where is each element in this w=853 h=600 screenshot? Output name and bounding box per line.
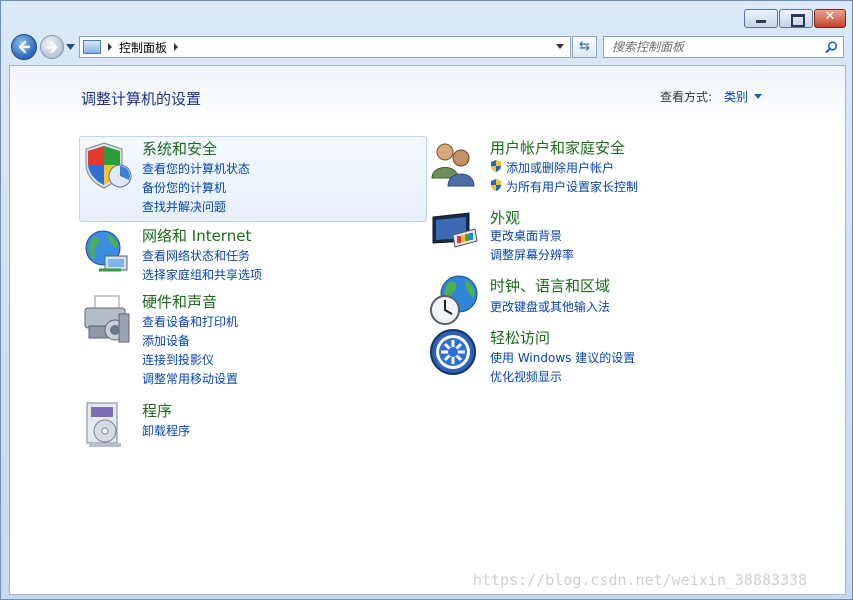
category-programs[interactable]: 程序 卸载程序 [80,399,426,451]
clock-globe-icon [430,275,478,325]
back-button[interactable] [11,34,37,60]
back-arrow-icon [18,40,31,54]
category-system-security[interactable]: 系统和安全 查看您的计算机状态 备份您的计算机 查找并解决问题 [79,136,427,222]
printer-icon [84,295,130,343]
category-appearance[interactable]: 外观 更改桌面背景 调整屏幕分辨率 [428,206,828,262]
category-hardware-sound[interactable]: 硬件和声音 查看设备和打印机 添加设备 连接到投影仪 调整常用移动设置 [80,291,426,387]
link-homegroup-sharing[interactable]: 选择家庭组和共享选项 [142,266,262,283]
refresh-icon: ⇆ [579,39,590,54]
link-change-background[interactable]: 更改桌面背景 [490,227,562,244]
caption-buttons: ✕ [743,9,846,28]
link-uninstall-program[interactable]: 卸载程序 [142,422,190,439]
refresh-button[interactable]: ⇆ [572,36,597,58]
watermark-text: https://blog.csdn.net/weixin_38883338 [473,571,808,589]
category-title-system-security[interactable]: 系统和安全 [142,138,217,159]
category-title-clock-language-region[interactable]: 时钟、语言和区域 [490,275,610,296]
address-bar[interactable]: 控制面板 [79,36,571,58]
category-clock-language-region[interactable]: 时钟、语言和区域 更改键盘或其他输入法 [428,274,828,325]
minimize-button[interactable] [744,9,778,28]
link-view-computer-status[interactable]: 查看您的计算机状态 [142,160,250,177]
appearance-monitor-icon [432,212,478,248]
category-network-internet[interactable]: 网络和 Internet 查看网络状态和任务 选择家庭组和共享选项 [80,224,426,283]
network-globe-icon [85,230,128,272]
link-change-input-method[interactable]: 更改键盘或其他输入法 [490,298,610,315]
link-windows-suggested-settings[interactable]: 使用 Windows 建议的设置 [490,349,635,366]
search-icon[interactable] [825,41,838,54]
category-title-appearance[interactable]: 外观 [490,207,520,228]
ease-of-access-icon [430,329,476,375]
link-network-status[interactable]: 查看网络状态和任务 [142,247,250,264]
link-mobility-settings[interactable]: 调整常用移动设置 [142,370,238,387]
maximize-button[interactable] [779,9,813,28]
breadcrumb-arrow-icon[interactable] [108,43,112,51]
page-title: 调整计算机的设置 [81,90,202,108]
category-title-hardware-sound[interactable]: 硬件和声音 [142,291,217,312]
view-by-label: 查看方式: [660,90,713,104]
link-add-device[interactable]: 添加设备 [142,332,190,349]
category-user-accounts[interactable]: 用户帐户和家庭安全 添加或删除用户帐户 为所有用户设置家长控制 [428,136,828,196]
address-dropdown-icon[interactable] [556,44,564,49]
users-icon [431,143,475,187]
category-title-ease-of-access[interactable]: 轻松访问 [490,327,550,348]
shield-icon [85,142,132,189]
search-input[interactable] [604,40,814,54]
link-troubleshoot[interactable]: 查找并解决问题 [142,198,226,215]
view-by-caret-icon[interactable] [754,94,762,99]
breadcrumb-arrow-icon[interactable] [174,43,179,51]
close-icon: ✕ [824,9,836,24]
category-title-network-internet[interactable]: 网络和 Internet [142,225,251,246]
link-add-remove-user[interactable]: 添加或删除用户帐户 [506,159,614,176]
forward-arrow-icon [46,41,58,54]
control-panel-icon [83,40,101,54]
link-backup-computer[interactable]: 备份您的计算机 [142,179,226,196]
navigation-bar: 控制面板 ⇆ [9,34,847,62]
programs-icon [86,402,121,447]
link-optimize-video-display[interactable]: 优化视频显示 [490,368,562,385]
forward-button[interactable] [40,35,64,59]
close-button[interactable]: ✕ [814,9,846,28]
link-devices-printers[interactable]: 查看设备和打印机 [142,313,238,330]
uac-shield-icon [491,179,501,191]
link-parental-controls[interactable]: 为所有用户设置家长控制 [506,178,638,195]
category-ease-of-access[interactable]: 轻松访问 使用 Windows 建议的设置 优化视频显示 [428,326,828,385]
view-by-dropdown[interactable]: 类别 [724,88,748,105]
uac-shield-icon [491,160,501,172]
category-title-programs[interactable]: 程序 [142,400,172,421]
breadcrumb-control-panel[interactable]: 控制面板 [119,39,167,56]
content-area: 调整计算机的设置 查看方式: 类别 系统和安全 查看您的计算机状态 备份您的计算… [9,65,846,595]
link-connect-projector[interactable]: 连接到投影仪 [142,351,214,368]
control-panel-window: ✕ 控制面板 ⇆ 调整计算 [0,0,853,600]
link-screen-resolution[interactable]: 调整屏幕分辨率 [490,246,574,263]
history-dropdown-icon[interactable] [66,44,75,50]
search-box[interactable] [603,36,844,58]
category-title-user-accounts[interactable]: 用户帐户和家庭安全 [490,137,625,158]
